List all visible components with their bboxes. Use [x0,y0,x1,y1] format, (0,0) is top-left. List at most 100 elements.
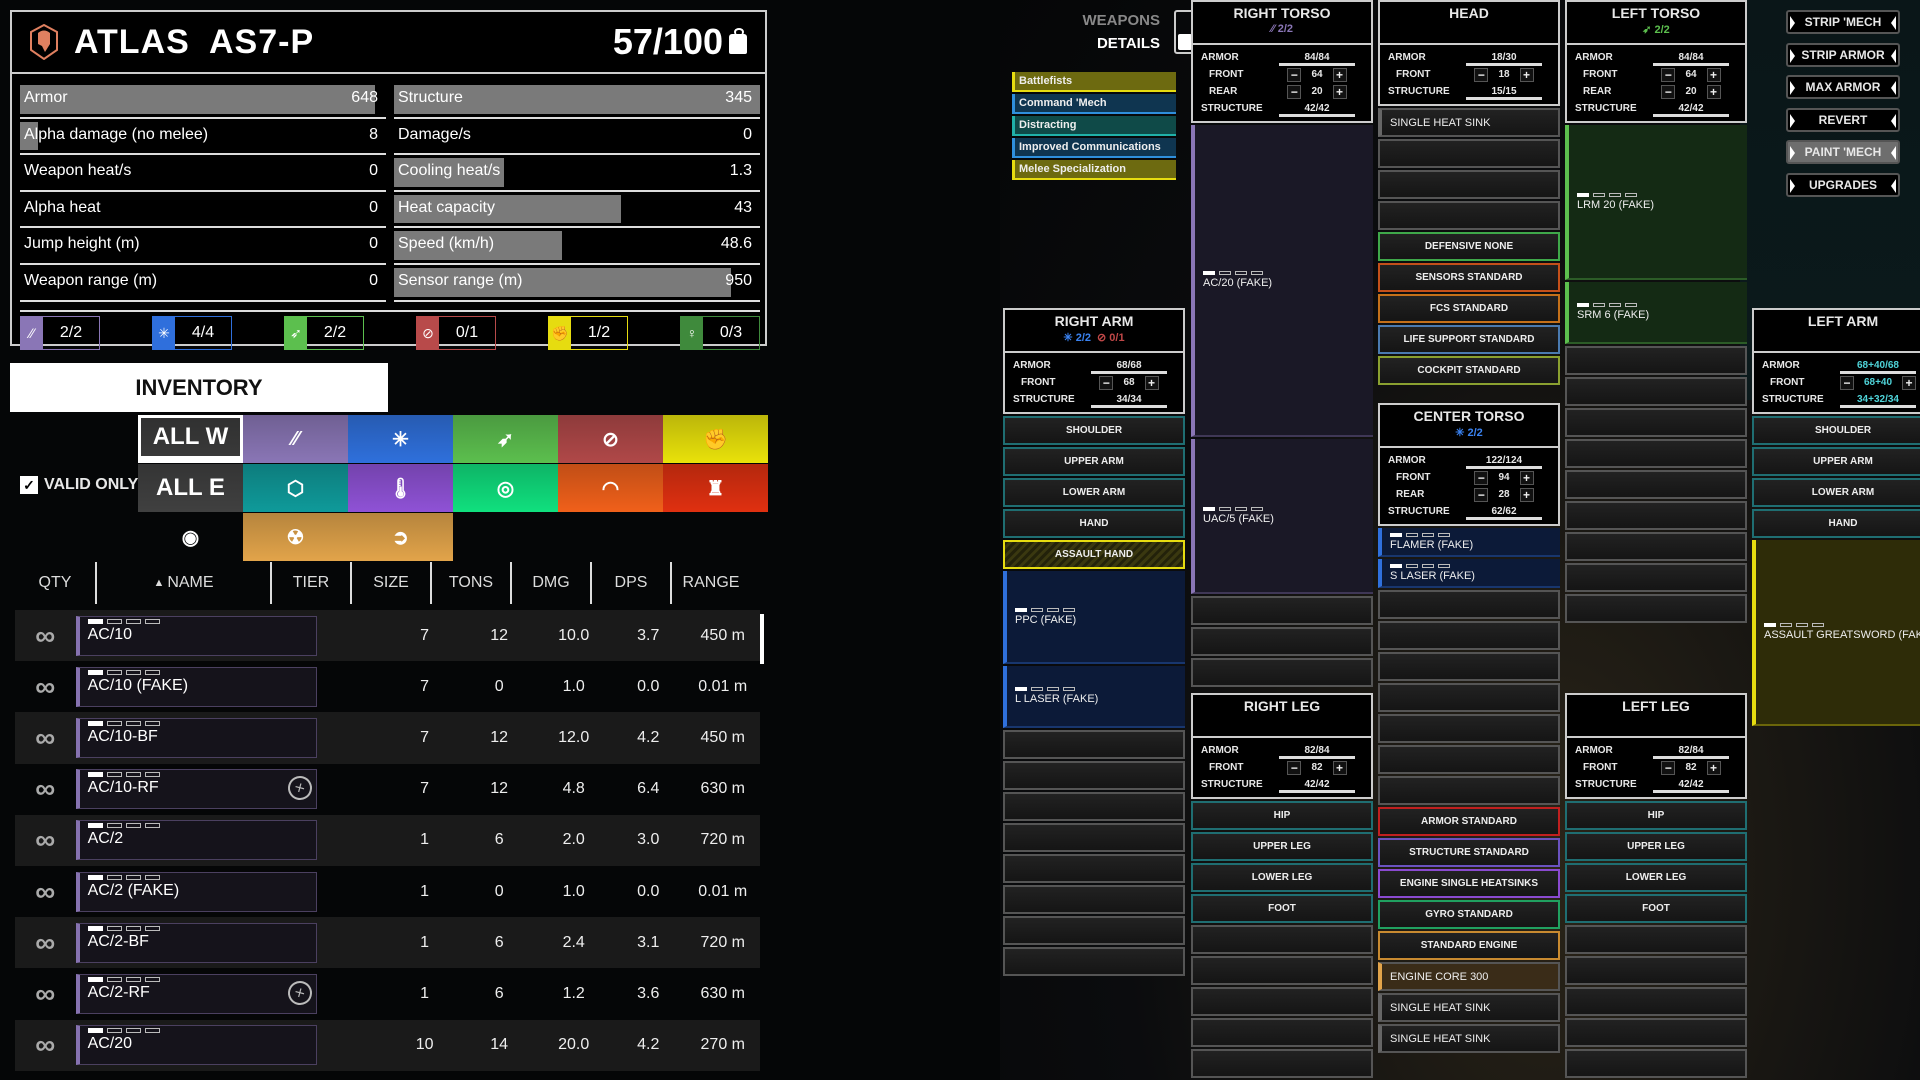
decrease-button[interactable]: − [1474,470,1489,485]
empty-slot[interactable] [1003,916,1185,945]
inventory-scrollbar[interactable] [760,614,764,664]
component-slot[interactable]: SINGLE HEAT SINK [1378,993,1560,1022]
empty-slot[interactable] [1378,201,1560,230]
component-slot[interactable]: LOWER ARM [1003,478,1185,507]
component-slot[interactable]: LOWER LEG [1191,863,1373,892]
equipped-weapon[interactable]: PPC (FAKE) [1003,571,1185,664]
empty-slot[interactable] [1003,823,1185,852]
empty-slot[interactable] [1003,947,1185,976]
component-slot[interactable]: ASSAULT HAND [1003,540,1185,569]
empty-slot[interactable] [1565,532,1747,561]
filter-all-weapons[interactable]: ALL W [138,415,243,463]
increase-button[interactable]: + [1706,760,1721,775]
component-slot[interactable]: ENGINE SINGLE HEATSINKS [1378,869,1560,898]
column-header-name[interactable]: ▲ NAME [95,562,270,604]
valid-only-checkbox[interactable]: ✓ VALID ONLY [20,476,138,494]
empty-slot[interactable] [1565,439,1747,468]
item-name-card[interactable]: AC/10 [75,615,318,656]
component-slot[interactable]: LIFE SUPPORT STANDARD [1378,325,1560,354]
empty-slot[interactable] [1565,987,1747,1016]
empty-slot[interactable] [1378,652,1560,681]
decrease-button[interactable]: − [1099,375,1114,390]
increase-button[interactable]: + [1332,84,1347,99]
component-slot[interactable]: HAND [1752,509,1920,538]
filter-energy-icon[interactable]: ✳ [348,415,453,463]
item-name-card[interactable]: AC/10 (FAKE) [75,666,318,707]
decrease-button[interactable]: − [1474,67,1489,82]
empty-slot[interactable] [1565,563,1747,592]
inventory-row[interactable]: ∞ AC/10-BF 7 12 12.0 4.2 450 m [15,712,760,764]
empty-slot[interactable] [1565,501,1747,530]
empty-slot[interactable] [1378,776,1560,805]
component-slot[interactable]: HAND [1003,509,1185,538]
empty-slot[interactable] [1003,761,1185,790]
increase-button[interactable]: + [1706,84,1721,99]
component-slot[interactable]: HIP [1565,801,1747,830]
increase-button[interactable]: + [1519,67,1534,82]
increase-button[interactable]: + [1332,67,1347,82]
filter-sensor-icon[interactable]: ◠ [558,464,663,512]
filter-jumpjet-icon[interactable]: ➲ [348,513,453,561]
empty-slot[interactable] [1565,470,1747,499]
item-name-card[interactable]: AC/10-BF [75,717,318,758]
empty-slot[interactable] [1565,408,1747,437]
action-paint-mechbutton[interactable]: PAINT 'MECH [1786,140,1900,165]
column-header-tier[interactable]: TIER [270,562,350,604]
increase-button[interactable]: + [1144,375,1159,390]
inventory-row[interactable]: ∞ AC/20 10 14 20.0 4.2 270 m [15,1019,760,1071]
empty-slot[interactable] [1565,1018,1747,1047]
decrease-button[interactable]: − [1661,84,1676,99]
action-strip-mechbutton[interactable]: STRIP 'MECH [1786,10,1900,34]
component-slot[interactable]: SINGLE HEAT SINK [1378,108,1560,137]
equipped-weapon[interactable]: UAC/5 (FAKE) [1191,439,1373,594]
filter-ammo-icon[interactable]: ◉ [138,513,243,561]
action-strip-armorbutton[interactable]: STRIP ARMOR [1786,42,1900,67]
filter-all-equipment[interactable]: ALL E [138,464,243,512]
component-slot[interactable]: GYRO STANDARD [1378,900,1560,929]
filter-heat-icon[interactable]: 🌡 [348,464,453,512]
filter-melee-icon[interactable]: ✊ [663,415,768,463]
item-name-card[interactable]: AC/2 (FAKE) [75,871,318,912]
empty-slot[interactable] [1565,956,1747,985]
inventory-row[interactable]: ∞ AC/2-BF 1 6 2.4 3.1 720 m [15,917,760,969]
empty-slot[interactable] [1003,730,1185,759]
decrease-button[interactable]: − [1474,487,1489,502]
weapons-details-toggle[interactable]: WEAPONS DETAILS [1040,10,1200,60]
component-slot[interactable]: UPPER ARM [1003,447,1185,476]
empty-slot[interactable] [1378,139,1560,168]
column-header-size[interactable]: SIZE [350,562,430,604]
decrease-button[interactable]: − [1661,67,1676,82]
inventory-row[interactable]: ∞ AC/2 1 6 2.0 3.0 720 m [15,814,760,866]
column-header-dmg[interactable]: DMG [510,562,590,604]
equipped-weapon[interactable]: AC/20 (FAKE) [1191,125,1373,437]
inventory-row[interactable]: ∞ AC/10-RF ✕ 7 12 4.8 6.4 630 m [15,764,760,815]
empty-slot[interactable] [1003,885,1185,914]
item-name-card[interactable]: AC/20 [75,1025,318,1066]
empty-slot[interactable] [1191,956,1373,985]
empty-slot[interactable] [1191,658,1373,687]
decrease-button[interactable]: − [1839,375,1854,390]
filter-gyro-icon[interactable]: ◎ [453,464,558,512]
empty-slot[interactable] [1378,683,1560,712]
component-slot[interactable]: UPPER LEG [1191,832,1373,861]
column-header-qty[interactable]: QTY [15,562,95,604]
inventory-row[interactable]: ∞ AC/10 7 12 10.0 3.7 450 m [15,610,760,662]
column-header-tons[interactable]: TONS [430,562,510,604]
empty-slot[interactable] [1003,854,1185,883]
empty-slot[interactable] [1565,925,1747,954]
component-slot[interactable]: FCS STANDARD [1378,294,1560,323]
filter-fcs-icon[interactable]: ⬡ [243,464,348,512]
equipped-weapon[interactable]: S LASER (FAKE) [1378,559,1560,588]
decrease-button[interactable]: − [1287,760,1302,775]
quirk-tag[interactable]: Command 'Mech [1012,94,1176,114]
component-slot[interactable]: COCKPIT STANDARD [1378,356,1560,385]
increase-button[interactable]: + [1519,487,1534,502]
empty-slot[interactable] [1565,346,1747,375]
component-slot[interactable]: SHOULDER [1003,416,1185,445]
empty-slot[interactable] [1191,925,1373,954]
item-name-card[interactable]: AC/10-RF ✕ [75,769,318,810]
inventory-row[interactable]: ∞ AC/10 (FAKE) 7 0 1.0 0.0 0.01 m [15,661,760,712]
empty-slot[interactable] [1378,621,1560,650]
filter-structure-icon[interactable]: ♜ [663,464,768,512]
item-name-card[interactable]: AC/2-BF [75,922,318,963]
